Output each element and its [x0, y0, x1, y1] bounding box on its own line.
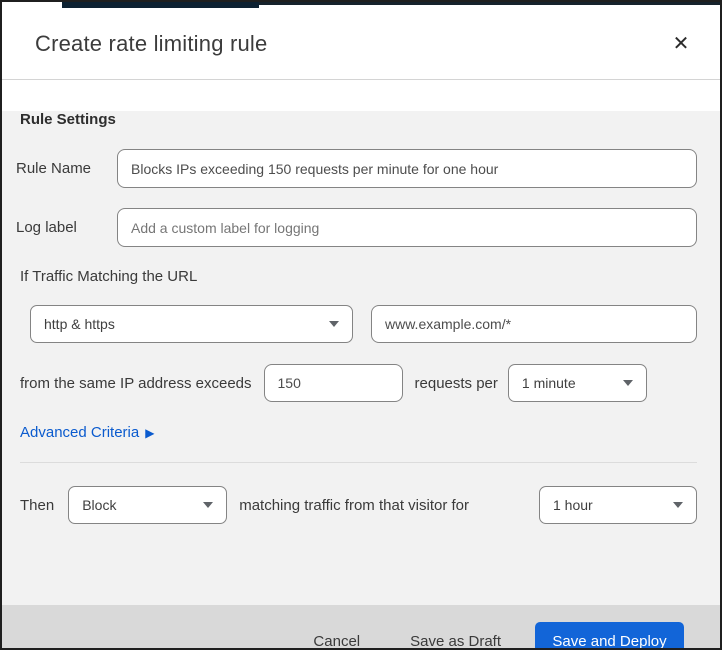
action-select[interactable]: Block	[68, 486, 228, 524]
dialog-title: Create rate limiting rule	[35, 30, 268, 56]
action-row: Then Block matching traffic from that vi…	[20, 486, 697, 524]
dialog-footer: Cancel Save as Draft Save and Deploy	[2, 605, 720, 648]
threshold-prefix-text: from the same IP address exceeds	[20, 374, 252, 392]
rule-name-row: Rule Name	[16, 149, 697, 188]
then-label: Then	[20, 496, 55, 514]
log-label-input[interactable]	[117, 208, 697, 247]
chevron-down-icon	[329, 321, 339, 327]
log-label-row: Log label	[16, 208, 697, 247]
advanced-criteria-link[interactable]: Advanced Criteria ▶	[20, 424, 154, 441]
threshold-input[interactable]	[263, 364, 403, 402]
section-heading: Rule Settings	[20, 111, 116, 128]
chevron-down-icon	[673, 502, 683, 508]
period-select-value: 1 minute	[521, 375, 576, 391]
match-intro-text: If Traffic Matching the URL	[20, 268, 198, 285]
cancel-button[interactable]: Cancel	[309, 627, 364, 648]
scheme-select-value: http & https	[44, 316, 115, 332]
duration-select[interactable]: 1 hour	[539, 486, 697, 524]
dialog-header: Create rate limiting rule ✕	[2, 2, 720, 80]
scheme-select[interactable]: http & https	[30, 305, 353, 343]
section-divider	[20, 462, 697, 463]
url-input[interactable]	[371, 305, 697, 343]
threshold-row: from the same IP address exceeds request…	[20, 364, 697, 402]
dialog-body: Rule Settings Rule Name Log label If Tra…	[2, 111, 720, 605]
scheme-url-row: http & https	[30, 305, 697, 343]
rule-name-label: Rule Name	[16, 160, 92, 177]
background-page-sliver	[62, 2, 259, 8]
log-label-label: Log label	[16, 219, 77, 236]
close-button[interactable]: ✕	[666, 29, 696, 59]
chevron-down-icon	[203, 502, 214, 508]
period-select[interactable]: 1 minute	[507, 364, 647, 402]
save-and-deploy-button[interactable]: Save and Deploy	[535, 621, 684, 648]
close-icon: ✕	[672, 33, 690, 55]
threshold-suffix-text: requests per	[414, 374, 498, 392]
save-as-draft-button[interactable]: Save as Draft	[406, 627, 505, 648]
rate-limit-dialog: Create rate limiting rule ✕ Rule Setting…	[0, 0, 722, 650]
advanced-criteria-label: Advanced Criteria	[20, 424, 140, 441]
arrow-right-icon: ▶	[145, 425, 155, 440]
duration-select-value: 1 hour	[553, 497, 593, 513]
action-middle-text: matching traffic from that visitor for	[239, 496, 470, 514]
rule-name-input[interactable]	[117, 149, 697, 188]
action-select-value: Block	[82, 497, 117, 513]
background-page-sliver-thin	[259, 2, 720, 5]
chevron-down-icon	[622, 380, 633, 386]
